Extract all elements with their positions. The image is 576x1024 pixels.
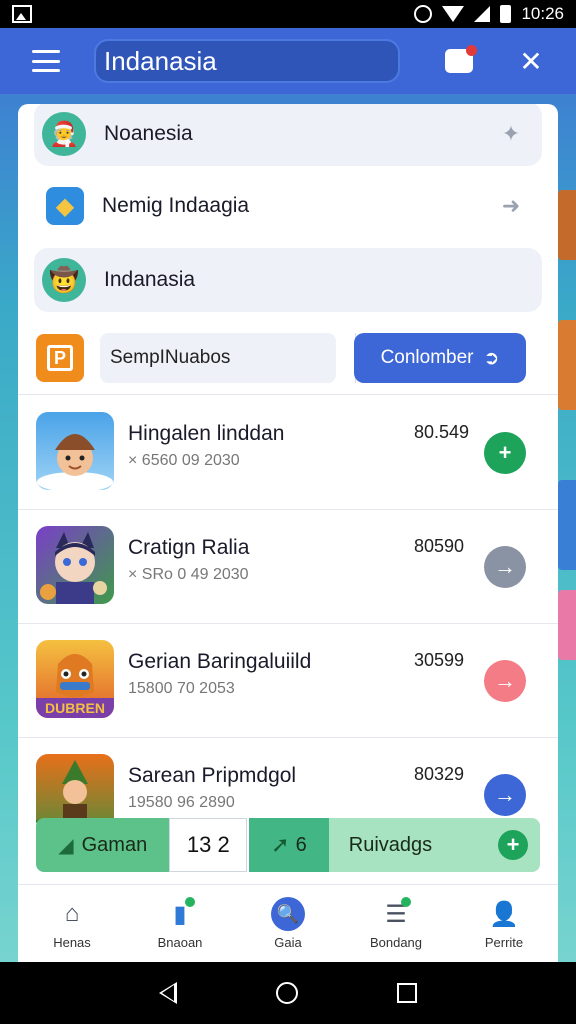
item-title: Gerian Baringaluiild — [128, 650, 312, 673]
bottom-navigation: ⌂ Henas ▮ Bnaoan 🔍 Gaia ☰ Bondang 👤 Perr… — [18, 884, 558, 962]
bookmark-icon: ▮ — [163, 897, 197, 931]
item-subtitle: × 6560 09 2030 — [128, 452, 240, 469]
nav-label: Bondang — [369, 935, 423, 950]
rewards-label: Ruivadgs — [348, 833, 433, 856]
svg-text:DUBREN: DUBREN — [45, 700, 105, 716]
game-label: Gaman — [81, 833, 148, 856]
rewards-button[interactable]: Ruivadgs + — [328, 818, 540, 872]
avatar: ◆ — [46, 187, 84, 225]
item-subtitle: 19580 96 2890 — [128, 794, 235, 811]
image-notification-icon — [12, 5, 32, 23]
item-value: 30599 — [414, 650, 465, 670]
search-input[interactable] — [100, 333, 356, 383]
home-icon: ⌂ — [64, 900, 80, 927]
account-row[interactable]: ◆ Nemig Indaagia ➜ — [34, 174, 542, 238]
item-title: Sarean Pripmdgol — [128, 764, 297, 787]
nav-item-bondang[interactable]: ☰ Bondang — [342, 885, 450, 962]
chat-notification-icon[interactable] — [442, 44, 477, 78]
item-title: Hingalen linddan — [128, 422, 285, 445]
nav-label: Perrite — [484, 935, 524, 950]
list-item[interactable]: DUBREN Gerian Baringaluiild 15800 70 205… — [18, 624, 558, 738]
nav-label: Bnaoan — [157, 935, 203, 950]
app-bar: Indanasia ✕ — [0, 28, 576, 94]
pin-icon[interactable]: ✦ — [496, 121, 526, 147]
list-icon: ☰ — [379, 897, 413, 931]
count-display: 13 2 — [169, 818, 248, 872]
app-logo: P — [36, 334, 84, 382]
upgrade-button[interactable]: ➚ 6 — [249, 818, 329, 872]
signal-icon — [474, 6, 491, 22]
background-card-peek — [558, 480, 576, 570]
profile-icon: 👤 — [489, 900, 519, 928]
row-label: Nemig Indaagia — [102, 194, 250, 217]
account-row[interactable]: 🤠 Indanasia — [34, 248, 542, 312]
divider — [18, 394, 558, 395]
go-button[interactable]: → — [484, 546, 526, 588]
back-icon[interactable] — [159, 982, 178, 1004]
go-button[interactable]: → — [484, 774, 526, 816]
alarm-icon — [414, 5, 433, 23]
nav-item-home[interactable]: ⌂ Henas — [18, 885, 126, 962]
search-bar[interactable]: Indanasia — [94, 39, 400, 83]
nav-label: Henas — [53, 935, 91, 950]
status-time: 10:26 — [521, 4, 564, 23]
arrow-circle-icon: ➲ — [483, 347, 500, 369]
list-item[interactable]: Cratign Ralia × SRo 0 49 2030 80590 → — [18, 510, 558, 624]
pin-icon[interactable]: ➜ — [496, 193, 526, 219]
nav-item-search[interactable]: 🔍 Gaia — [234, 885, 342, 962]
home-circle-icon[interactable] — [275, 982, 298, 1004]
system-navigation-bar — [0, 962, 576, 1024]
row-label: Noanesia — [104, 122, 193, 145]
account-row[interactable]: 🧑‍🎄 Noanesia ✦ — [34, 104, 542, 166]
wifi-icon — [442, 6, 465, 22]
recents-icon[interactable] — [396, 983, 417, 1003]
avatar: 🤠 — [42, 258, 86, 302]
battery-icon — [500, 5, 512, 23]
upgrade-label: 6 — [295, 833, 307, 856]
list-item[interactable]: Hingalen linddan × 6560 09 2030 80.549 + — [18, 396, 558, 510]
go-button[interactable]: → — [484, 660, 526, 702]
avatar: 🧑‍🎄 — [42, 112, 86, 156]
confirm-button[interactable]: Conlomber ➲ — [354, 333, 526, 383]
game-button[interactable]: ◢ Gaman — [36, 818, 170, 872]
search-text: Indanasia — [104, 45, 217, 76]
menu-icon[interactable] — [32, 50, 60, 72]
search-row: P → Conlomber ➲ — [36, 332, 540, 384]
arrow-up-icon: ➚ — [271, 832, 290, 857]
nav-item-profile[interactable]: 👤 Perrite — [450, 885, 558, 962]
item-value: 80329 — [414, 764, 465, 784]
floating-action-bar: ◢ Gaman 13 2 ➚ 6 Ruivadgs + — [36, 818, 540, 872]
app-icon — [36, 526, 114, 604]
add-button[interactable]: + — [484, 432, 526, 474]
app-icon — [36, 412, 114, 490]
background-card-peek — [558, 320, 576, 410]
item-value: 80590 — [414, 536, 465, 556]
app-icon: DUBREN — [36, 640, 114, 718]
row-label: Indanasia — [104, 268, 196, 291]
nav-item-bnaoan[interactable]: ▮ Bnaoan — [126, 885, 234, 962]
item-subtitle: × SRo 0 49 2030 — [128, 566, 249, 583]
confirm-label: Conlomber — [380, 347, 474, 368]
status-bar: 10:26 — [0, 0, 576, 28]
pencil-icon: ◢ — [58, 834, 74, 857]
item-title: Cratign Ralia — [128, 536, 250, 559]
add-icon[interactable]: + — [498, 830, 528, 860]
item-value: 80.549 — [414, 422, 470, 442]
close-icon[interactable]: ✕ — [514, 44, 548, 78]
background-card-peek — [558, 590, 576, 660]
search-field: → — [100, 333, 384, 383]
item-subtitle: 15800 70 2053 — [128, 680, 235, 697]
nav-label: Gaia — [274, 935, 302, 950]
background-card-peek — [558, 190, 576, 260]
search-icon: 🔍 — [271, 897, 305, 931]
